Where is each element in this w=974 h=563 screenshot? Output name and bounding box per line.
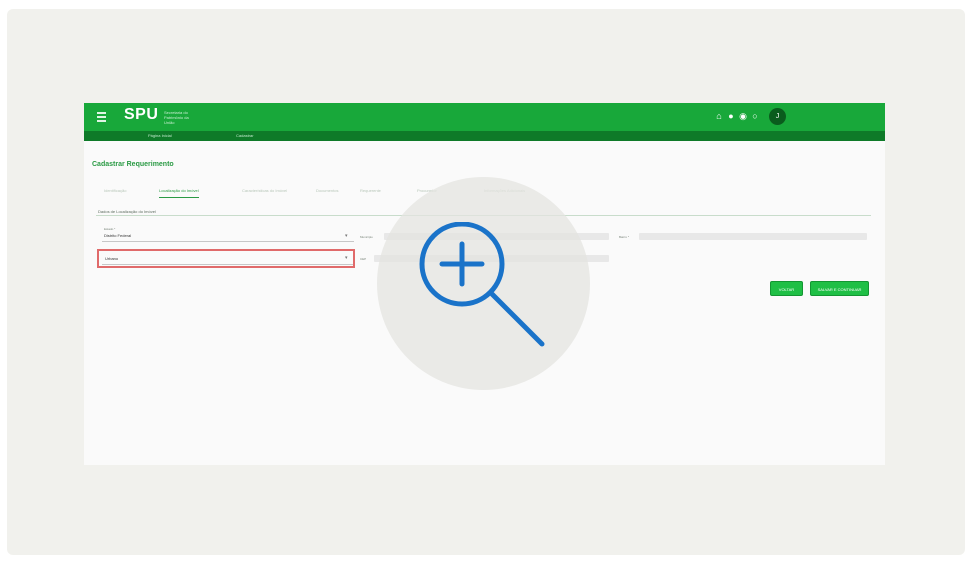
zoom-in-icon[interactable] bbox=[418, 222, 548, 352]
bairro-label: Bairro * bbox=[619, 235, 630, 239]
info-icon[interactable]: ○ bbox=[750, 111, 760, 121]
brand-logo: SPU bbox=[124, 106, 159, 123]
voltar-button[interactable]: VOLTAR bbox=[770, 281, 803, 296]
tab-documentos[interactable]: Documentos bbox=[316, 188, 338, 193]
page-title: Cadastrar Requerimento bbox=[92, 161, 174, 168]
cep-label: CEP bbox=[360, 257, 367, 261]
highlight-box bbox=[97, 249, 355, 268]
municipio-label: Município bbox=[360, 235, 373, 239]
bairro-input[interactable] bbox=[639, 233, 867, 240]
tab-localizacao[interactable]: Localização do Imóvel bbox=[159, 188, 199, 198]
subnav-item-home[interactable]: Página Inicial bbox=[148, 132, 172, 140]
brand-subtitle: Secretaria do Patrimônio da União bbox=[164, 110, 189, 125]
uf-value[interactable]: Distrito Federal bbox=[104, 233, 131, 238]
home-icon[interactable]: ⌂ bbox=[714, 111, 724, 121]
notification-icon[interactable]: ● bbox=[726, 111, 736, 121]
help-icon[interactable]: ◉ bbox=[738, 111, 748, 121]
tab-identificacao[interactable]: Identificação bbox=[104, 188, 126, 193]
uf-underline bbox=[102, 241, 354, 242]
tab-requerente[interactable]: Requerente bbox=[360, 188, 381, 193]
sub-navigation: Página Inicial Cadastrar bbox=[84, 131, 885, 141]
top-bar: SPU Secretaria do Patrimônio da União ⌂ … bbox=[84, 103, 885, 131]
menu-icon[interactable] bbox=[97, 110, 106, 124]
tab-caracteristicas[interactable]: Características do Imóvel bbox=[242, 188, 287, 193]
salvar-button[interactable]: SALVAR E CONTINUAR bbox=[810, 281, 869, 296]
chevron-down-icon[interactable]: ▾ bbox=[345, 233, 348, 239]
avatar[interactable]: J bbox=[769, 108, 786, 125]
uf-label: Estado * bbox=[104, 227, 116, 231]
top-icons: ⌂ ● ◉ ○ bbox=[714, 111, 760, 121]
section-label: Dados de Localização do Imóvel bbox=[98, 209, 156, 214]
subnav-item-cadastrar[interactable]: Cadastrar bbox=[236, 132, 254, 140]
